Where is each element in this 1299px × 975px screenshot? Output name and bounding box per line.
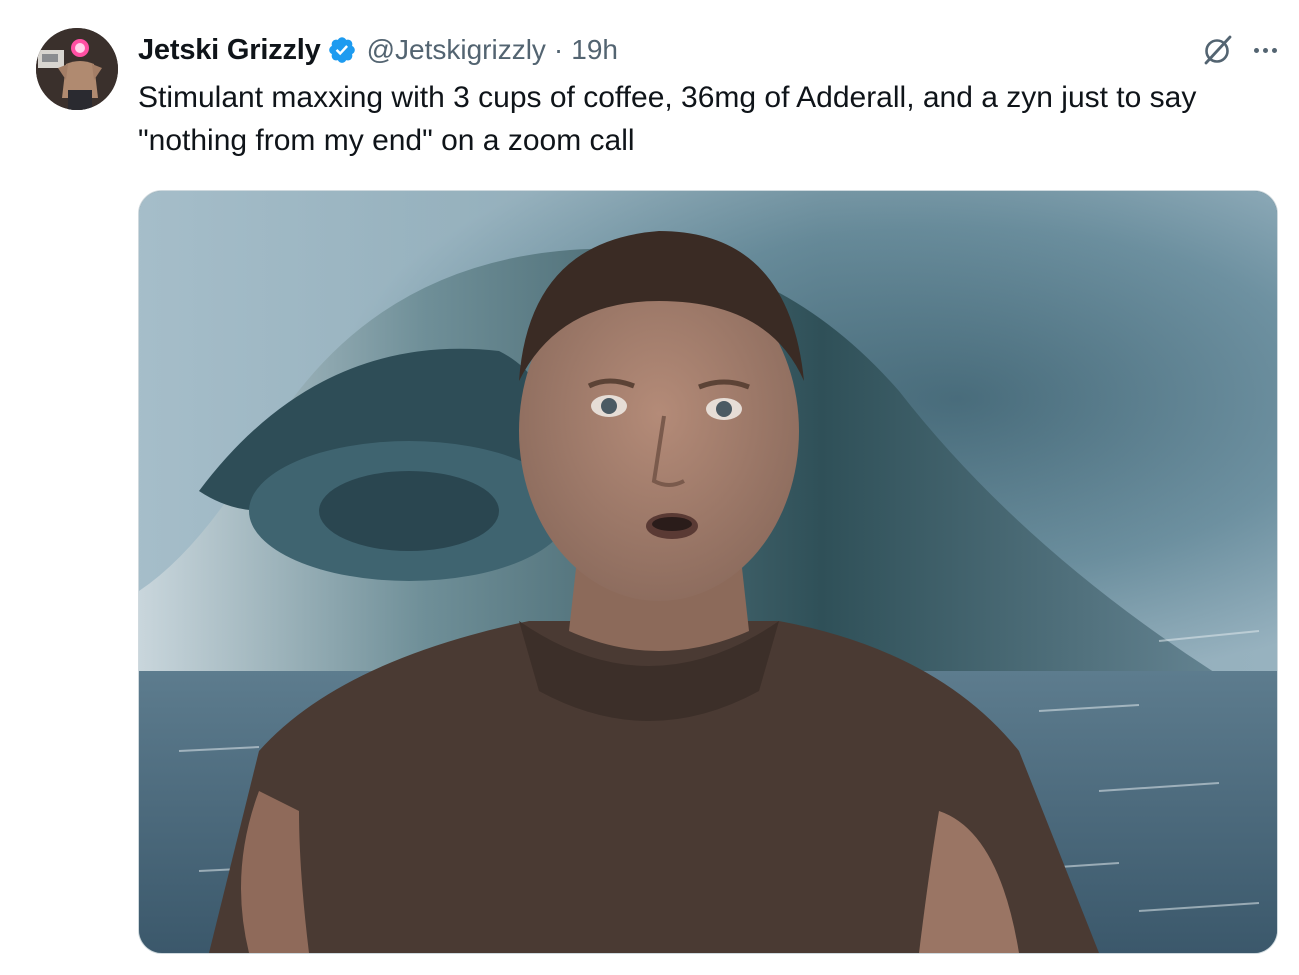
grok-icon[interactable] [1200, 32, 1236, 68]
tweet-media-image[interactable] [138, 190, 1278, 954]
tweet-actions [1200, 30, 1277, 70]
verified-badge-icon[interactable] [327, 35, 357, 65]
tweet-header: Jetski Grizzly @Jetskigrizzly · 19h [138, 30, 618, 70]
user-handle[interactable]: @Jetskigrizzly [367, 34, 546, 66]
more-options-icon[interactable] [1254, 32, 1277, 68]
tweet-card[interactable]: Jetski Grizzly @Jetskigrizzly · 19h Stim… [0, 0, 1299, 975]
avatar-image [36, 28, 118, 110]
tweet-text: Stimulant maxxing with 3 cups of coffee,… [138, 81, 1197, 157]
display-name[interactable]: Jetski Grizzly [138, 34, 321, 67]
separator-dot: · [553, 34, 564, 65]
timestamp[interactable]: 19h [571, 34, 618, 66]
user-avatar[interactable] [36, 28, 118, 110]
